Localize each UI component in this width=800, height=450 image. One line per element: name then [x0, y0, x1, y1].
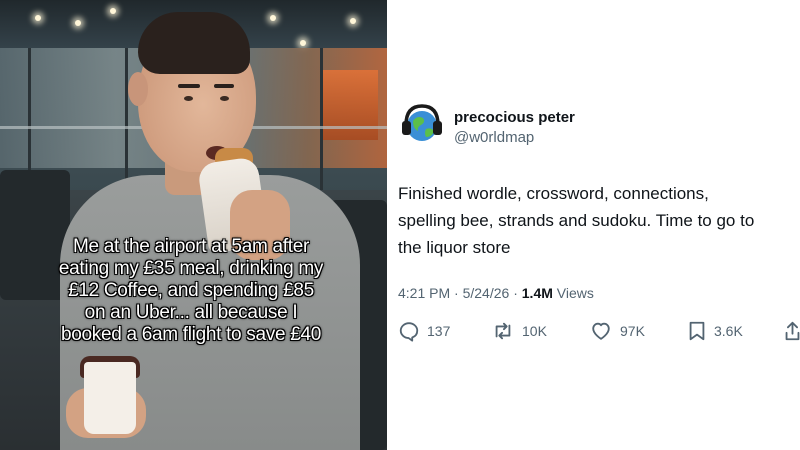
- share-button[interactable]: [785, 318, 800, 344]
- meta-separator: ·: [513, 285, 518, 301]
- tweet-meta: 4:21 PM · 5/24/26 · 1.4M Views: [398, 285, 594, 301]
- headphones-globe-avatar-icon: [402, 104, 442, 141]
- bookmark-count: 3.6K: [714, 323, 743, 339]
- repost-button[interactable]: 10K: [491, 318, 547, 344]
- caption-line: £12 Coffee, and spending £85: [68, 280, 314, 301]
- meta-separator: ·: [454, 285, 459, 301]
- hair: [138, 12, 250, 74]
- meme-caption: Me at the airport at 5am after eating my…: [20, 236, 362, 346]
- coffee-cup: [84, 362, 136, 434]
- avatar[interactable]: [399, 101, 445, 147]
- caption-line: on an Uber... all because I: [84, 302, 298, 323]
- tweet-date[interactable]: 5/24/26: [463, 285, 510, 301]
- like-button[interactable]: 97K: [589, 318, 645, 344]
- caption-line: Me at the airport at 5am after: [72, 236, 309, 257]
- eye: [184, 96, 193, 101]
- tweet-text-line: the liquor store: [398, 238, 511, 257]
- repost-count: 10K: [522, 323, 547, 339]
- reply-count: 137: [427, 323, 451, 339]
- reply-icon: [399, 322, 419, 342]
- views-label: Views: [556, 285, 594, 301]
- tweet-actions: 137 10K 97K 3.6K: [387, 318, 800, 344]
- author-name[interactable]: precocious peter: [454, 109, 575, 126]
- tweet-time[interactable]: 4:21 PM: [398, 285, 450, 301]
- heart-icon: [592, 322, 610, 340]
- author-handle[interactable]: @w0rldmap: [454, 129, 534, 146]
- share-icon: [785, 321, 800, 341]
- tweet-card: precocious peter @w0rldmap Finished word…: [387, 0, 800, 450]
- caption-line: eating my £35 meal, drinking my: [58, 258, 324, 279]
- tweet-text: Finished wordle, crossword, connections,…: [398, 180, 796, 261]
- bookmark-icon: [689, 321, 705, 341]
- like-count: 97K: [620, 323, 645, 339]
- bookmark-button[interactable]: 3.6K: [687, 318, 743, 344]
- eyebrow: [178, 84, 200, 88]
- caption-line: booked a 6am flight to save £40: [60, 324, 322, 345]
- repost-icon: [495, 322, 511, 340]
- eyebrow: [214, 84, 234, 88]
- tweet-text-line: Finished wordle, crossword, connections,: [398, 184, 709, 203]
- tweet-text-line: spelling bee, strands and sudoku. Time t…: [398, 211, 755, 230]
- ear: [128, 72, 148, 106]
- reply-button[interactable]: 137: [398, 318, 450, 344]
- person: [0, 0, 387, 450]
- meme-photo: Me at the airport at 5am after eating my…: [0, 0, 387, 450]
- views-count: 1.4M: [521, 285, 553, 301]
- eye: [220, 96, 229, 101]
